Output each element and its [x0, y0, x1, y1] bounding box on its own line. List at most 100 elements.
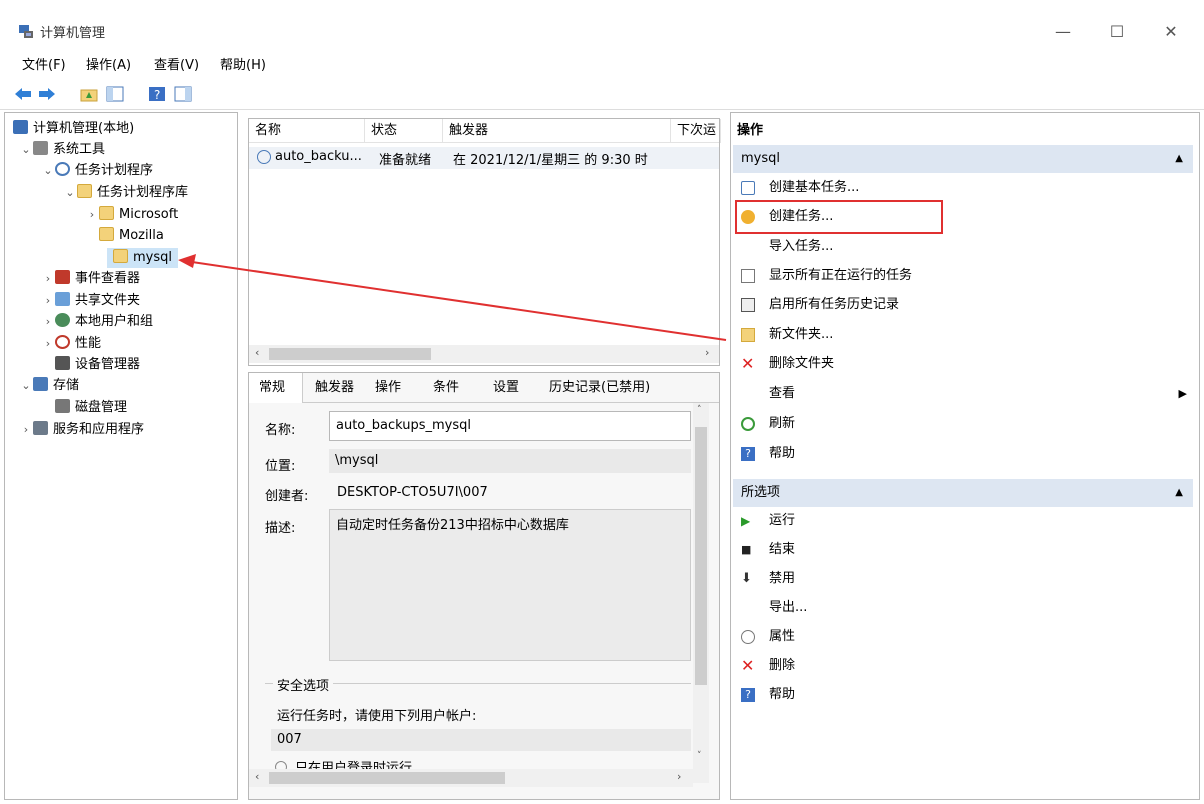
action-enable-history[interactable]: 启用所有任务历史记录 [737, 291, 1191, 319]
chevron-right-icon[interactable]: › [85, 205, 99, 225]
tab-history[interactable]: 历史记录(已禁用) [549, 373, 650, 403]
tree-performance[interactable]: › 性能 [41, 334, 101, 354]
tab-settings[interactable]: 设置 [493, 373, 519, 403]
chevron-right-icon[interactable]: › [41, 291, 55, 311]
column-trigger[interactable]: 触发器 [443, 119, 671, 143]
tree-services-apps[interactable]: › 服务和应用程序 [19, 420, 144, 440]
help-icon[interactable]: ? [148, 86, 166, 102]
action-create-basic-task[interactable]: 创建基本任务... [737, 174, 1191, 202]
details-hscrollbar[interactable]: ‹ › [249, 769, 693, 787]
show-hide-tree-icon[interactable] [106, 86, 124, 102]
table-row[interactable]: auto_backu... 准备就绪 在 2021/12/1/星期三 的 9:3… [249, 147, 719, 169]
column-status[interactable]: 状态 [365, 119, 443, 143]
calendar-icon [741, 181, 755, 195]
action-refresh[interactable]: 刷新 [737, 410, 1191, 438]
action-view[interactable]: 查看 ▶ [737, 380, 1191, 408]
forward-arrow-icon[interactable] [38, 86, 56, 102]
tree-task-library[interactable]: ⌄ 任务计划程序库 [63, 183, 188, 203]
task-list-hscrollbar[interactable]: ‹ › [249, 345, 719, 363]
chevron-right-icon[interactable]: › [41, 334, 55, 354]
tree-mozilla[interactable]: Mozilla [99, 226, 164, 246]
scroll-right-icon[interactable]: › [677, 770, 681, 783]
up-folder-icon[interactable] [80, 86, 98, 102]
chevron-down-icon[interactable]: ⌄ [41, 161, 55, 181]
action-delete-folder[interactable]: ✕ 删除文件夹 [737, 350, 1191, 378]
section-selected-header[interactable]: 所选项 ▲ [733, 479, 1193, 507]
tree-device-manager[interactable]: 设备管理器 [55, 355, 140, 375]
storage-icon [33, 377, 48, 391]
back-arrow-icon[interactable] [14, 86, 32, 102]
task-list-header: 名称 状态 触发器 下次运 [249, 119, 721, 143]
minimize-button[interactable]: — [1040, 16, 1086, 48]
chevron-right-icon[interactable]: › [19, 420, 33, 440]
section-mysql-header[interactable]: mysql ▲ [733, 145, 1193, 173]
task-trigger-cell: 在 2021/12/1/星期三 的 9:30 时 [453, 153, 648, 168]
scroll-up-icon[interactable]: ˄ [697, 405, 702, 415]
collapse-up-icon[interactable]: ▲ [1175, 479, 1183, 507]
action-import-task[interactable]: 导入任务... [737, 233, 1191, 261]
tree-storage[interactable]: ⌄ 存储 [19, 376, 79, 396]
column-next-run[interactable]: 下次运 [671, 119, 721, 143]
run-only-logged-on-radio-label[interactable]: 只在用户登录时运行 [295, 757, 412, 769]
action-help[interactable]: ? 帮助 [737, 440, 1191, 468]
run-as-field: 007 [271, 729, 691, 751]
computer-icon [13, 120, 28, 134]
show-hide-action-pane-icon[interactable] [174, 86, 192, 102]
scroll-down-icon[interactable]: ˅ [697, 751, 702, 761]
folder-icon [113, 249, 128, 263]
name-label: 名称: [265, 423, 296, 438]
tree-local-users[interactable]: › 本地用户和组 [41, 312, 153, 332]
tree-root[interactable]: 计算机管理(本地) [13, 119, 134, 139]
tab-actions[interactable]: 操作 [375, 373, 401, 403]
tree-disk-management[interactable]: 磁盘管理 [55, 398, 127, 418]
scroll-left-icon[interactable]: ‹ [255, 770, 259, 783]
computer-management-icon [18, 23, 34, 39]
action-delete[interactable]: ✕ 删除 [737, 652, 1191, 680]
menu-action[interactable]: 操作(A) [86, 54, 131, 73]
tree-system-tools[interactable]: ⌄ 系统工具 [19, 140, 105, 160]
title-bar: 计算机管理 — ☐ ✕ [0, 0, 1204, 48]
disk-icon [55, 399, 70, 413]
location-label: 位置: [265, 459, 296, 474]
actions-pane: 操作 mysql ▲ 创建基本任务... 创建任务... 导入任务... 显示所有… [730, 112, 1200, 800]
tree-event-viewer[interactable]: › 事件查看器 [41, 269, 140, 289]
column-name[interactable]: 名称 [249, 119, 365, 143]
collapse-up-icon[interactable]: ▲ [1175, 145, 1183, 173]
tree-microsoft[interactable]: › Microsoft [85, 205, 178, 225]
scrollbar-thumb[interactable] [269, 348, 431, 360]
description-field[interactable]: 自动定时任务备份213中招标中心数据库 [329, 509, 691, 661]
action-run[interactable]: ▶ 运行 [737, 507, 1191, 535]
action-export[interactable]: 导出... [737, 594, 1191, 622]
action-disable[interactable]: ⬇ 禁用 [737, 565, 1191, 593]
action-show-running[interactable]: 显示所有正在运行的任务 [737, 262, 1191, 290]
delete-x-icon: ✕ [741, 656, 755, 675]
menu-help[interactable]: 帮助(H) [220, 54, 266, 73]
chevron-right-icon[interactable]: › [41, 269, 55, 289]
menu-view[interactable]: 查看(V) [154, 54, 199, 73]
chevron-down-icon[interactable]: ⌄ [19, 376, 33, 396]
tree-task-scheduler[interactable]: ⌄ 任务计划程序 [41, 161, 153, 181]
tree-shared-folders[interactable]: › 共享文件夹 [41, 291, 140, 311]
close-button[interactable]: ✕ [1148, 16, 1194, 48]
new-folder-icon [741, 328, 755, 342]
tab-conditions[interactable]: 条件 [433, 373, 459, 403]
maximize-button[interactable]: ☐ [1094, 16, 1140, 48]
chevron-right-icon[interactable]: › [41, 312, 55, 332]
scrollbar-thumb[interactable] [695, 427, 707, 685]
chevron-down-icon[interactable]: ⌄ [63, 183, 77, 203]
action-new-folder[interactable]: 新文件夹... [737, 321, 1191, 349]
menu-file[interactable]: 文件(F) [22, 54, 66, 73]
action-properties[interactable]: 属性 [737, 623, 1191, 651]
name-field[interactable]: auto_backups_mysql [329, 411, 691, 441]
tab-triggers[interactable]: 触发器 [315, 373, 354, 403]
scroll-right-icon[interactable]: › [705, 346, 709, 359]
scrollbar-thumb[interactable] [269, 772, 505, 784]
details-vscrollbar[interactable]: ˄ ˅ [693, 403, 709, 783]
scroll-left-icon[interactable]: ‹ [255, 346, 259, 359]
tools-icon [33, 141, 48, 155]
action-end[interactable]: ■ 结束 [737, 536, 1191, 564]
action-help-selected[interactable]: ? 帮助 [737, 681, 1191, 709]
tree-mysql[interactable]: mysql [107, 248, 178, 268]
chevron-down-icon[interactable]: ⌄ [19, 140, 33, 160]
tab-general[interactable]: 常规 [249, 373, 303, 403]
